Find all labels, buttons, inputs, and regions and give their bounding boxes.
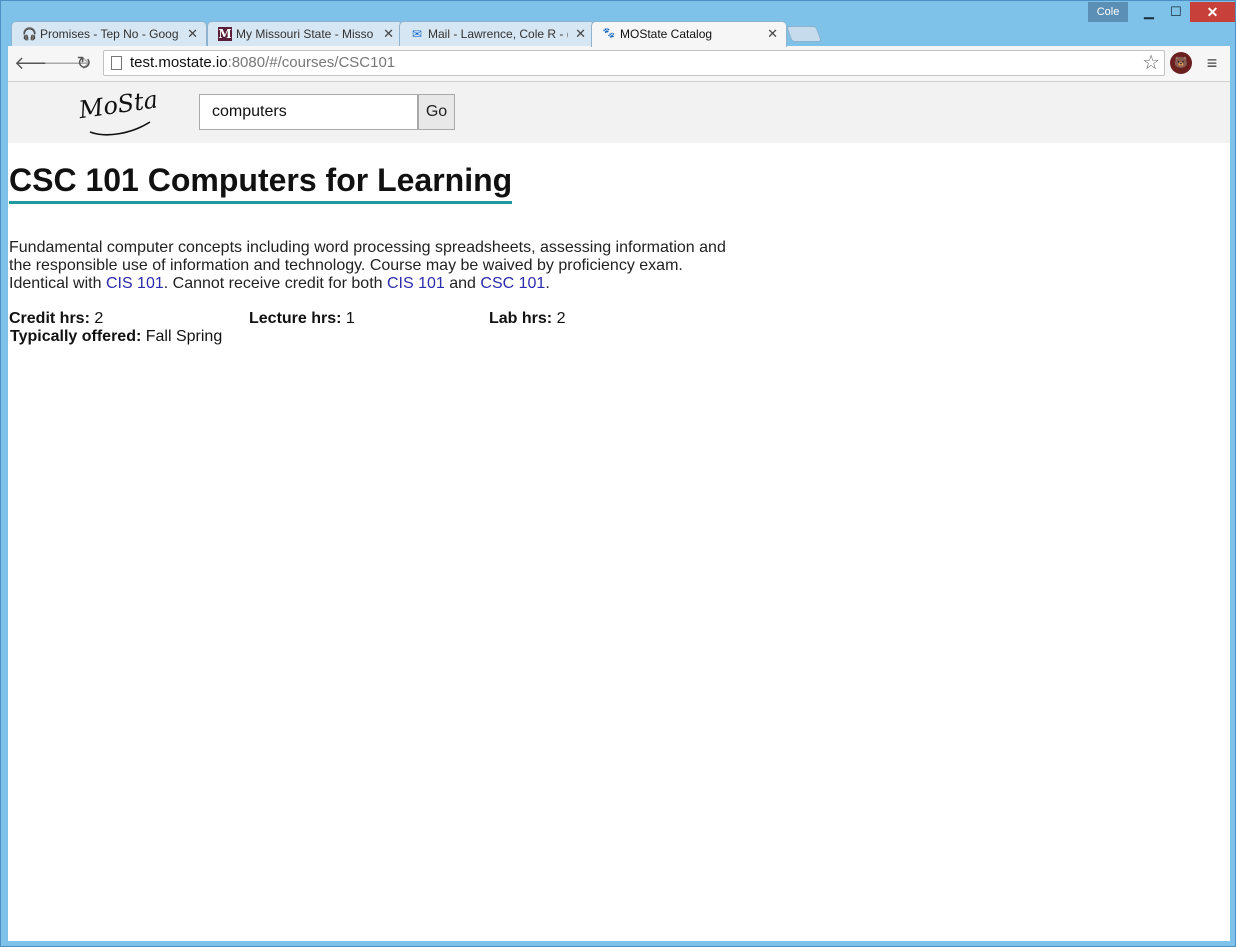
page-icon [111, 56, 122, 70]
close-icon[interactable]: ✕ [575, 26, 586, 42]
browser-toolbar: 🡐 🡒 ↻ test.mostate.io:8080/#/courses/CSC… [8, 46, 1230, 82]
svg-text:MoState: MoState [76, 86, 156, 124]
go-button[interactable]: Go [418, 94, 455, 130]
bookmark-star-icon[interactable]: ☆ [1142, 51, 1160, 75]
lecture-hours-label: Lecture hrs: [249, 310, 342, 327]
new-tab-button[interactable] [786, 26, 822, 42]
tab-label: Mail - Lawrence, Cole R - ( [428, 27, 568, 41]
tab-label: My Missouri State - Misso [236, 27, 374, 41]
url-host: test.mostate.io [130, 54, 228, 71]
tab-label: Promises - Tep No - Goog [40, 27, 179, 41]
bear-icon: 🐾 [602, 28, 616, 39]
typically-offered-value: Fall Spring [145, 328, 223, 345]
address-bar[interactable]: test.mostate.io:8080/#/courses/CSC101 ☆ [103, 50, 1165, 76]
description-text: . Cannot receive credit for both [163, 275, 387, 292]
profile-button[interactable]: Cole [1088, 2, 1128, 22]
headphones-icon: 🎧 [22, 27, 37, 41]
forward-arrow-icon[interactable]: 🡒 [43, 52, 91, 76]
mostate-logo[interactable]: MoState [76, 86, 156, 140]
browser-window: Cole ▁ ☐ ✕ 🎧 Promises - Tep No - Goog ✕ … [0, 0, 1236, 947]
description-text: . [545, 275, 550, 292]
site-header: MoState Go [8, 82, 1230, 143]
lab-hours-value: 2 [556, 310, 566, 327]
tab-promises[interactable]: 🎧 Promises - Tep No - Goog ✕ [11, 21, 207, 46]
course-title: CSC 101 Computers for Learning [9, 162, 513, 204]
close-icon[interactable]: ✕ [383, 26, 394, 42]
typically-offered-label: Typically offered: [10, 328, 142, 345]
bear-extension-icon[interactable]: 🐻 [1170, 52, 1192, 74]
course-description: Fundamental computer concepts including … [9, 239, 739, 293]
mostate-logo-icon: MoState [76, 86, 156, 136]
back-arrow-icon[interactable]: 🡐 [14, 52, 62, 76]
csc101-link[interactable]: CSC 101 [480, 275, 545, 292]
reload-icon[interactable]: ↻ [72, 52, 96, 76]
maximize-button[interactable]: ☐ [1162, 2, 1190, 22]
credit-hours-label: Credit hrs: [9, 310, 90, 327]
tab-mostate-catalog[interactable]: 🐾 MOState Catalog ✕ [591, 21, 787, 47]
lecture-hours-value: 1 [345, 310, 355, 327]
url-path: :8080/#/courses/CSC101 [227, 54, 396, 71]
minimize-button[interactable]: ▁ [1135, 2, 1163, 22]
close-window-button[interactable]: ✕ [1190, 2, 1235, 22]
menu-icon[interactable]: ≡ [1201, 52, 1223, 74]
tab-my-missouri-state[interactable]: M My Missouri State - Misso ✕ [207, 21, 403, 46]
close-icon[interactable]: ✕ [187, 26, 198, 42]
mail-icon: ✉ [411, 27, 423, 41]
page-viewport: MoState Go CSC 101 Computers for Learnin… [8, 82, 1230, 941]
tab-mail[interactable]: ✉ Mail - Lawrence, Cole R - ( ✕ [399, 21, 595, 46]
close-icon[interactable]: ✕ [767, 26, 778, 42]
credit-hours: Credit hrs: 2 [9, 310, 103, 328]
cis101-link[interactable]: CIS 101 [106, 275, 164, 292]
lecture-hours: Lecture hrs: 1 [249, 310, 355, 328]
description-text: and [444, 275, 481, 292]
tab-label: MOState Catalog [620, 27, 713, 41]
typically-offered: Typically offered: Fall Spring [10, 328, 222, 346]
credit-hours-value: 2 [94, 310, 104, 327]
lab-hours-label: Lab hrs: [489, 310, 553, 327]
m-logo-icon: M [218, 27, 232, 41]
cis101-link-2[interactable]: CIS 101 [387, 275, 445, 292]
search-input[interactable] [199, 94, 418, 130]
lab-hours: Lab hrs: 2 [489, 310, 565, 328]
tab-strip: 🎧 Promises - Tep No - Goog ✕ M My Missou… [11, 21, 911, 47]
